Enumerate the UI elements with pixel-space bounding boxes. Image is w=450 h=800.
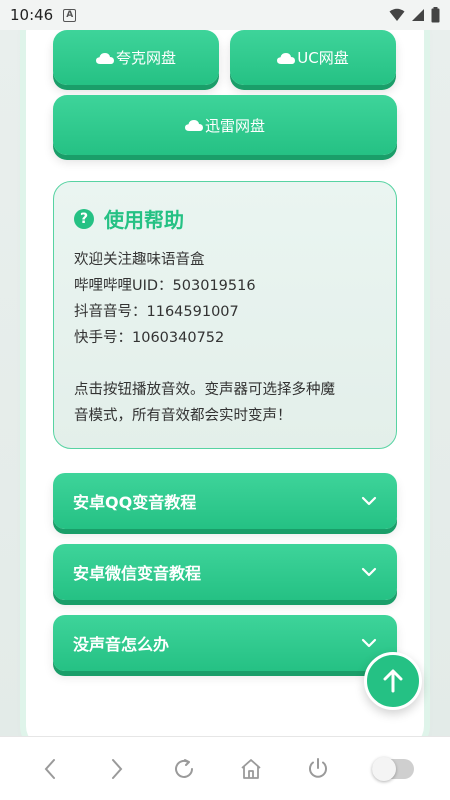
kuake-pan-button[interactable]: 夸克网盘 <box>53 30 219 85</box>
scroll-top-button[interactable] <box>364 652 422 710</box>
toggle-knob <box>371 756 396 781</box>
uc-pan-button[interactable]: UC网盘 <box>230 30 396 85</box>
xunlei-pan-button[interactable]: 迅雷网盘 <box>53 95 397 155</box>
signal-icon <box>412 9 424 21</box>
status-indicators <box>389 7 440 23</box>
cloud-icon <box>277 52 296 64</box>
cloud-icon <box>184 120 203 131</box>
page-content[interactable]: 夸克网盘 UC网盘 迅雷网盘 ? 使用帮助 欢迎关注趣味语音盒 哔哩哔哩UID：… <box>0 30 450 736</box>
notification-a-icon: A <box>63 8 77 22</box>
help-line: 哔哩哔哩UID：503019516 <box>74 278 256 294</box>
power-button[interactable] <box>303 754 333 784</box>
help-line: 音模式，所有音效都会实时变声！ <box>74 408 292 424</box>
status-time: 10:46 <box>10 6 54 24</box>
power-icon <box>308 757 327 778</box>
status-bar: 10:46 A <box>0 0 450 30</box>
wifi-icon <box>389 8 405 21</box>
chevron-down-icon <box>361 496 377 506</box>
help-title: 使用帮助 <box>104 208 184 232</box>
question-icon: ? <box>74 208 94 229</box>
uc-pan-label: UC网盘 <box>297 49 349 67</box>
xunlei-pan-label: 迅雷网盘 <box>204 116 265 135</box>
toggle-container <box>370 754 416 784</box>
back-button[interactable] <box>35 754 65 784</box>
help-text: 欢迎关注趣味语音盒 哔哩哔哩UID：503019516 抖音音号：1164591… <box>74 247 376 429</box>
accordion-label: 没声音怎么办 <box>73 635 170 654</box>
battery-icon <box>431 7 440 23</box>
accordion-no-sound[interactable]: 没声音怎么办 <box>53 615 397 671</box>
help-header: ? 使用帮助 <box>74 204 376 233</box>
refresh-button[interactable] <box>169 754 199 784</box>
accordion-label: 安卓微信变音教程 <box>73 564 202 583</box>
help-line <box>74 351 376 377</box>
refresh-icon <box>174 758 193 778</box>
help-line: 点击按钮播放音效。变声器可选择多种魔 <box>74 382 335 398</box>
home-icon <box>240 758 261 779</box>
accordion-wechat-tutorial[interactable]: 安卓微信变音教程 <box>53 544 397 600</box>
forward-button[interactable] <box>102 754 132 784</box>
forward-icon <box>111 758 122 779</box>
kuake-pan-label: 夸克网盘 <box>115 49 176 67</box>
cloud-icon <box>95 52 114 64</box>
help-line: 抖音音号：1164591007 <box>74 304 239 320</box>
help-panel: ? 使用帮助 欢迎关注趣味语音盒 哔哩哔哩UID：503019516 抖音音号：… <box>53 181 397 449</box>
toggle-switch[interactable] <box>371 756 414 781</box>
chevron-down-icon <box>361 567 377 577</box>
arrow-up-icon <box>383 669 403 693</box>
home-button[interactable] <box>236 754 266 784</box>
back-icon <box>44 758 55 779</box>
help-line: 欢迎关注趣味语音盒 <box>74 252 205 268</box>
accordion-qq-tutorial[interactable]: 安卓QQ变音教程 <box>53 473 397 529</box>
bottom-nav <box>0 736 450 800</box>
help-line: 快手号：1060340752 <box>74 330 225 346</box>
accordion-label: 安卓QQ变音教程 <box>73 493 197 512</box>
chevron-down-icon <box>361 638 377 648</box>
